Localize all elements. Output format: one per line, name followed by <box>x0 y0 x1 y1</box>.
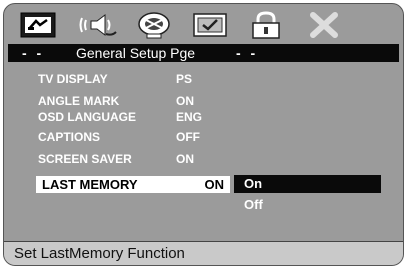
menu-item-label: LAST MEMORY <box>42 177 138 192</box>
title-dash-right: - - <box>236 45 259 61</box>
menu-item-label: OSD LANGUAGE <box>38 110 137 124</box>
menu-item-label: SCREEN SAVER <box>38 152 132 166</box>
password-lock-icon[interactable] <box>246 10 286 40</box>
option-off[interactable]: Off <box>244 197 263 212</box>
menu-item-label: TV DISPLAY <box>38 72 108 86</box>
preference-icon[interactable] <box>190 10 230 40</box>
setup-toolbar <box>4 4 403 44</box>
menu-item-value: ON <box>176 152 194 166</box>
menu-item-last-memory[interactable]: LAST MEMORY ON <box>36 176 230 193</box>
setup-menu-window: - - General Setup Pge - - TV DISPLAY PS … <box>3 3 404 266</box>
exit-icon[interactable] <box>304 10 344 40</box>
menu-item-value: ENG <box>176 110 203 124</box>
menu-item-label: CAPTIONS <box>38 130 101 144</box>
general-setup-icon[interactable] <box>18 10 58 40</box>
video-setup-icon[interactable] <box>134 10 174 40</box>
menu-item-value: PS <box>176 72 193 86</box>
audio-setup-icon[interactable] <box>78 10 118 40</box>
menu-item-value: ON <box>204 177 225 192</box>
option-on[interactable]: On <box>234 175 381 193</box>
status-text: Set LastMemory Function <box>14 245 185 262</box>
option-on-label: On <box>244 176 263 191</box>
menu-item-value: OFF <box>176 130 200 144</box>
page-title-bar: - - General Setup Pge - - <box>8 44 399 62</box>
page-title: General Setup Pge <box>76 44 195 62</box>
page-title-text: General Setup P <box>76 45 180 61</box>
title-dash-left: - - <box>22 45 45 61</box>
menu-item-value: ON <box>176 94 194 108</box>
menu-item-label: ANGLE MARK <box>38 94 120 108</box>
page-title-text-rest: ge <box>179 45 196 61</box>
status-bar: Set LastMemory Function <box>4 241 403 265</box>
